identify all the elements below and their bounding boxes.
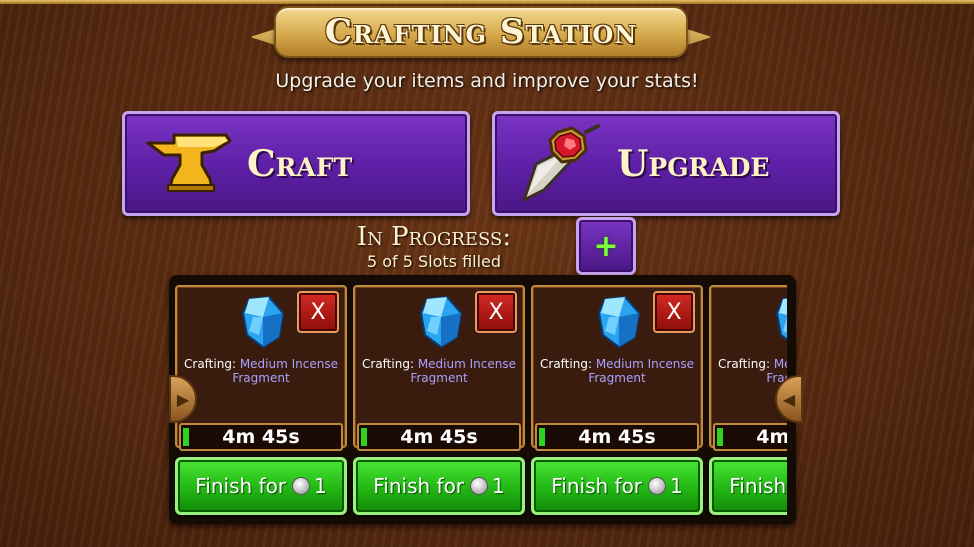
crystal-icon [419, 295, 463, 349]
add-slot-button[interactable]: + [576, 217, 636, 275]
upgrade-button[interactable]: Upgrade [492, 111, 840, 216]
timer-progress-fill [361, 428, 367, 446]
crafting-prefix: Crafting: [184, 357, 236, 371]
title-banner: Crafting Station [250, 4, 712, 62]
crystal-icon [241, 295, 285, 349]
crafting-item-name: Medium Incense Fragment [588, 357, 694, 385]
finish-now-button[interactable]: Finish for 1 [709, 457, 787, 515]
crafting-slot: X Crafting: Medium Incense Fragment 4m 4… [531, 285, 703, 519]
timer-text: 4m 45s [400, 426, 478, 448]
cancel-craft-button[interactable]: X [475, 291, 517, 333]
crafting-description: Crafting: Medium Incense Fragment [535, 357, 699, 385]
silver-coin-icon [648, 477, 667, 495]
timer-text: 4m 45s [756, 426, 787, 448]
crafting-prefix: Crafting: [718, 357, 770, 371]
crystal-icon [597, 295, 641, 349]
finish-now-button[interactable]: Finish for 1 [353, 457, 525, 515]
anvil-icon [139, 119, 239, 209]
craft-button[interactable]: Craft [122, 111, 470, 216]
crafting-description: Crafting: Medium Incense Fragment [357, 357, 521, 385]
crafting-slot: X Crafting: Medium Incense Fragment 4m 4… [353, 285, 525, 519]
upgrade-label: Upgrade [617, 142, 770, 185]
craft-timer: 4m 45s [357, 423, 521, 451]
finish-now-button[interactable]: Finish for 1 [175, 457, 347, 515]
slots-scroller[interactable]: X Crafting: Medium Incense Fragment 4m 4… [175, 285, 787, 519]
page-subtitle: Upgrade your items and improve your stat… [275, 70, 699, 92]
crafting-prefix: Crafting: [540, 357, 592, 371]
crafting-slot: X Crafting: Medium Incense Fragment 4m 4… [175, 285, 347, 519]
finish-label: Finish for [729, 474, 787, 498]
timer-text: 4m 45s [578, 426, 656, 448]
finish-label: Finish for [195, 474, 287, 498]
finish-label: Finish for [373, 474, 465, 498]
finish-label: Finish for [551, 474, 643, 498]
cancel-craft-button[interactable]: X [297, 291, 339, 333]
crystal-icon [775, 297, 787, 341]
craft-timer: 4m 45s [179, 423, 343, 451]
crafting-slots-panel[interactable]: X Crafting: Medium Incense Fragment 4m 4… [169, 275, 796, 524]
cancel-craft-button[interactable]: X [653, 291, 695, 333]
silver-coin-icon [470, 477, 489, 495]
timer-progress-fill [717, 428, 723, 446]
crafting-description: Crafting: Medium Incense Fragment [713, 357, 787, 385]
crafting-description: Crafting: Medium Incense Fragment [179, 357, 343, 385]
finish-cost: 1 [492, 474, 505, 498]
plus-icon: + [593, 228, 619, 264]
crafting-prefix: Crafting: [362, 357, 414, 371]
crafting-item-name: Medium Incense Fragment [410, 357, 516, 385]
craft-label: Craft [247, 142, 353, 185]
timer-text: 4m 45s [222, 426, 300, 448]
banner-plaque: Crafting Station [274, 6, 688, 58]
timer-progress-fill [539, 428, 545, 446]
page-title: Crafting Station [324, 12, 638, 52]
silver-coin-icon [292, 477, 311, 495]
finish-cost: 1 [670, 474, 683, 498]
craft-timer: 4m 45s [713, 423, 787, 451]
finish-now-button[interactable]: Finish for 1 [531, 457, 703, 515]
crafting-item-name: Medium Incense Fragment [232, 357, 338, 385]
chevron-right-icon: ▶ [176, 389, 190, 409]
finish-cost: 1 [314, 474, 327, 498]
craft-timer: 4m 45s [535, 423, 699, 451]
gem-dagger-icon [509, 119, 609, 209]
chevron-left-icon: ◀ [782, 389, 796, 409]
timer-progress-fill [183, 428, 189, 446]
